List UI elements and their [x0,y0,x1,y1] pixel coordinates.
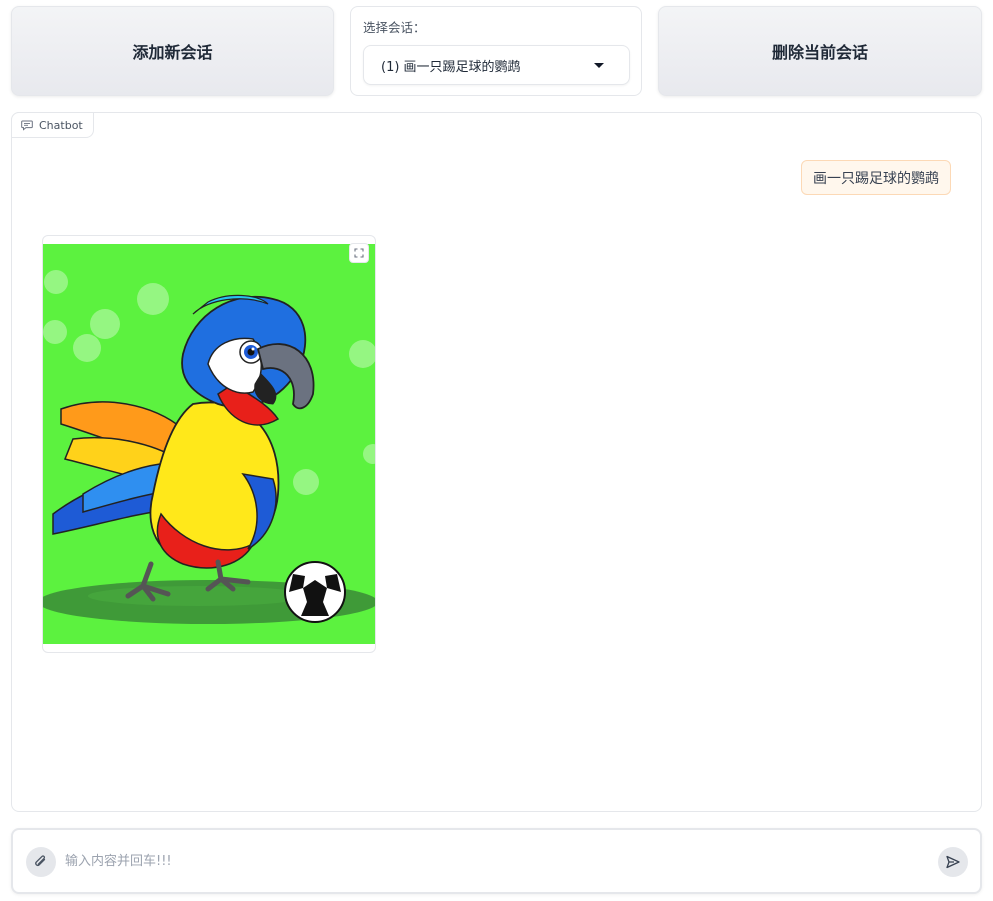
chat-bubble-icon [21,120,33,131]
paperclip-icon[interactable] [26,847,56,877]
caret-down-icon [594,62,604,68]
generated-image[interactable] [43,244,375,644]
add-session-button[interactable]: 添加新会话 [11,6,334,96]
delete-session-button[interactable]: 删除当前会话 [658,6,982,96]
message-composer [11,828,982,894]
bot-image-message [42,235,376,653]
send-arrow-icon[interactable] [938,847,968,877]
parrot-football-illustration [43,244,375,644]
chatbot-label-tag: Chatbot [11,112,94,138]
session-select-block: 选择会话： (1) 画一只踢足球的鹦鹉 [350,6,642,96]
chatbot-label: Chatbot [39,118,83,132]
message-input[interactable] [65,844,925,878]
session-select-dropdown[interactable]: (1) 画一只踢足球的鹦鹉 [363,45,630,85]
chatbot-panel: Chatbot 画一只踢足球的鹦鹉 [11,112,982,812]
fullscreen-icon[interactable] [349,243,369,263]
session-select-value: (1) 画一只踢足球的鹦鹉 [381,59,521,75]
user-message-bubble: 画一只踢足球的鹦鹉 [801,160,951,195]
session-select-label: 选择会话： [363,20,426,35]
